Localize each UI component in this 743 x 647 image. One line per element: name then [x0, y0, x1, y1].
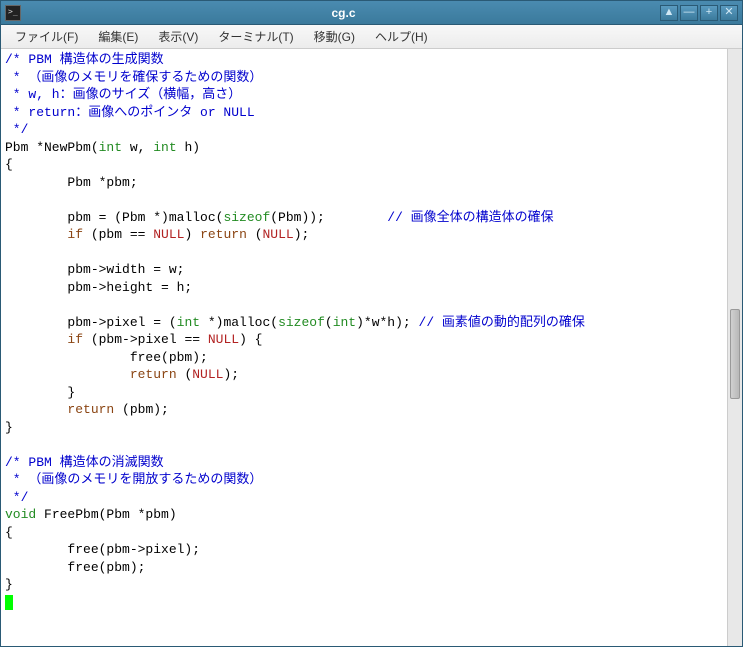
code-text: free(pbm->pixel); [5, 542, 200, 557]
code-text: ); [294, 227, 310, 242]
menu-help[interactable]: ヘルプ(H) [367, 26, 436, 47]
code-text: h) [177, 140, 200, 155]
type-keyword: int [333, 315, 356, 330]
code-text: Pbm *pbm; [5, 175, 138, 190]
code-text: ( [325, 315, 333, 330]
null-literal: NULL [153, 227, 184, 242]
vertical-scrollbar[interactable] [727, 49, 742, 646]
code-text: ) { [239, 332, 262, 347]
comment-line: */ [5, 122, 28, 137]
null-literal: NULL [192, 367, 223, 382]
sizeof-keyword: sizeof [223, 210, 270, 225]
code-text: (pbm); [114, 402, 169, 417]
code-text: pbm->pixel = ( [5, 315, 177, 330]
code-text: (pbm->pixel == [83, 332, 208, 347]
code-text: (pbm == [83, 227, 153, 242]
menu-view[interactable]: 表示(V) [150, 26, 206, 47]
return-keyword: return [67, 402, 114, 417]
window-controls: ▲ — + ✕ [660, 5, 738, 21]
scrollbar-thumb[interactable] [730, 309, 740, 399]
code-text: *)malloc( [200, 315, 278, 330]
if-keyword: if [67, 227, 83, 242]
code-text: w, [122, 140, 153, 155]
comment-line: /* PBM 構造体の消滅関数 [5, 455, 164, 470]
code-editor[interactable]: /* PBM 構造体の生成関数 * （画像のメモリを確保するための関数） * w… [1, 49, 727, 646]
comment-line: */ [5, 490, 28, 505]
code-text: ( [247, 227, 263, 242]
code-text: { [5, 525, 13, 540]
comment-line: * w, h：画像のサイズ（横幅，高さ） [5, 87, 241, 102]
code-text: } [5, 420, 13, 435]
null-literal: NULL [263, 227, 294, 242]
minimize-button[interactable]: — [680, 5, 698, 21]
code-text [5, 332, 67, 347]
menu-file[interactable]: ファイル(F) [7, 26, 86, 47]
code-text [5, 367, 130, 382]
terminal-window: cg.c ▲ — + ✕ ファイル(F) 編集(E) 表示(V) ターミナル(T… [0, 0, 743, 647]
code-text: ); [223, 367, 239, 382]
null-literal: NULL [208, 332, 239, 347]
code-text: )*w*h); [356, 315, 418, 330]
shade-button[interactable]: ▲ [660, 5, 678, 21]
return-keyword: return [200, 227, 247, 242]
text-cursor [5, 595, 13, 610]
type-keyword: int [153, 140, 176, 155]
code-text: (Pbm)); [270, 210, 387, 225]
code-text: ) [184, 227, 200, 242]
code-text: } [5, 385, 75, 400]
line-comment: // 画像全体の構造体の確保 [387, 210, 553, 225]
line-comment: // 画素値の動的配列の確保 [419, 315, 585, 330]
type-keyword: int [99, 140, 122, 155]
menu-edit[interactable]: 編集(E) [90, 26, 146, 47]
code-text: ( [177, 367, 193, 382]
comment-line: * （画像のメモリを確保するための関数） [5, 70, 262, 85]
comment-line: /* PBM 構造体の生成関数 [5, 52, 164, 67]
code-text: Pbm *NewPbm( [5, 140, 99, 155]
code-text [5, 402, 67, 417]
code-text [5, 227, 67, 242]
content-area: /* PBM 構造体の生成関数 * （画像のメモリを確保するための関数） * w… [1, 49, 742, 646]
code-text: pbm->height = h; [5, 280, 192, 295]
code-text: free(pbm); [5, 350, 208, 365]
terminal-icon [5, 5, 21, 21]
menu-go[interactable]: 移動(G) [306, 26, 363, 47]
comment-line: * （画像のメモリを開放するための関数） [5, 472, 262, 487]
code-text: pbm = (Pbm *)malloc( [5, 210, 223, 225]
return-keyword: return [130, 367, 177, 382]
window-title: cg.c [27, 6, 660, 20]
code-text: free(pbm); [5, 560, 145, 575]
code-text: pbm->width = w; [5, 262, 184, 277]
sizeof-keyword: sizeof [278, 315, 325, 330]
type-keyword: int [177, 315, 200, 330]
void-keyword: void [5, 507, 36, 522]
if-keyword: if [67, 332, 83, 347]
maximize-button[interactable]: + [700, 5, 718, 21]
code-text: } [5, 577, 13, 592]
comment-line: * return：画像へのポインタ or NULL [5, 105, 255, 120]
menu-terminal[interactable]: ターミナル(T) [210, 26, 301, 47]
close-button[interactable]: ✕ [720, 5, 738, 21]
code-text: { [5, 157, 13, 172]
code-text: FreePbm(Pbm *pbm) [36, 507, 176, 522]
titlebar[interactable]: cg.c ▲ — + ✕ [1, 1, 742, 25]
menubar: ファイル(F) 編集(E) 表示(V) ターミナル(T) 移動(G) ヘルプ(H… [1, 25, 742, 49]
